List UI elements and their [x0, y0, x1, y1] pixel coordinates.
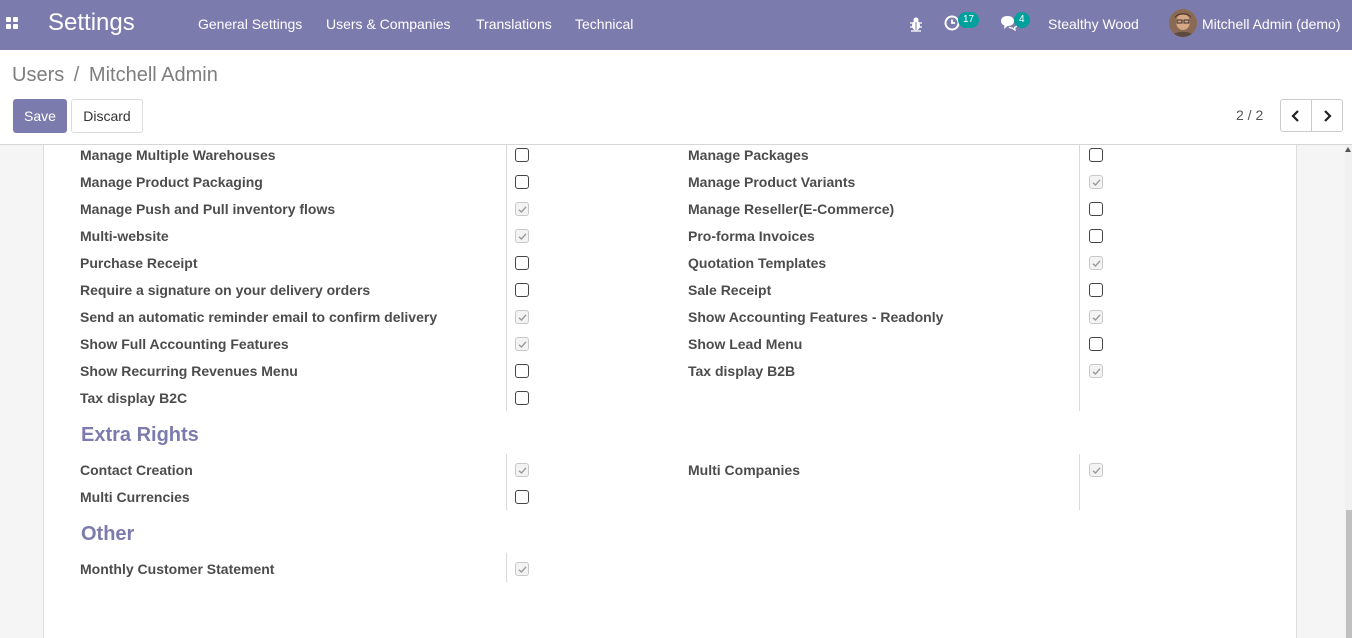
- checkbox[interactable]: [515, 310, 529, 324]
- field-label: Manage Product Packaging: [80, 174, 263, 190]
- menu-technical[interactable]: Technical: [575, 16, 633, 32]
- checkbox[interactable]: [1089, 364, 1103, 378]
- column-divider: [1079, 145, 1080, 411]
- breadcrumb: Users / Mitchell Admin: [12, 64, 218, 87]
- checkbox[interactable]: [515, 562, 529, 576]
- checkbox[interactable]: [515, 463, 529, 477]
- field-label: Multi Companies: [688, 462, 801, 478]
- apps-menu-icon[interactable]: [6, 17, 20, 31]
- breadcrumb-separator: /: [73, 64, 80, 86]
- field-label: Purchase Receipt: [80, 255, 198, 271]
- checkbox[interactable]: [515, 283, 529, 297]
- checkbox[interactable]: [1089, 256, 1103, 270]
- menu-users-companies[interactable]: Users & Companies: [326, 16, 451, 32]
- field-label: Tax display B2B: [688, 363, 796, 379]
- checkbox[interactable]: [1089, 202, 1103, 216]
- column-divider: [506, 145, 507, 411]
- checkbox[interactable]: [515, 202, 529, 216]
- scroll-up-arrow-icon[interactable]: [1345, 147, 1351, 152]
- checkbox[interactable]: [515, 175, 529, 189]
- checkbox[interactable]: [515, 256, 529, 270]
- pager-previous-button[interactable]: [1280, 99, 1312, 132]
- field-label: Multi-website: [80, 228, 169, 244]
- field-label: Pro-forma Invoices: [688, 228, 815, 244]
- checkbox[interactable]: [515, 337, 529, 351]
- field-label: Multi Currencies: [80, 489, 190, 505]
- checkbox[interactable]: [515, 364, 529, 378]
- company-switcher[interactable]: Stealthy Wood: [1048, 16, 1139, 32]
- checkbox[interactable]: [1089, 175, 1103, 189]
- checkbox[interactable]: [515, 229, 529, 243]
- activity-count-badge: 17: [958, 12, 980, 28]
- field-label: Show Recurring Revenues Menu: [80, 363, 298, 379]
- menu-translations[interactable]: Translations: [476, 16, 552, 32]
- form-sheet: Manage Multiple Warehouses Manage Package…: [43, 145, 1297, 638]
- breadcrumb-current: Mitchell Admin: [88, 64, 218, 86]
- field-label: Show Lead Menu: [688, 336, 803, 352]
- field-label: Show Full Accounting Features: [80, 336, 289, 352]
- chevron-right-icon: [1324, 110, 1332, 122]
- checkbox[interactable]: [1089, 283, 1103, 297]
- control-panel: Users / Mitchell Admin Save Discard 2 / …: [0, 50, 1352, 145]
- vertical-scrollbar[interactable]: [1345, 145, 1352, 638]
- menu-general-settings[interactable]: General Settings: [198, 16, 302, 32]
- field-label: Manage Push and Pull inventory flows: [80, 201, 336, 217]
- scrollbar-thumb[interactable]: [1346, 510, 1352, 638]
- field-label: Send an automatic reminder email to conf…: [80, 309, 438, 325]
- app-title[interactable]: Settings: [48, 9, 135, 37]
- message-count-badge: 4: [1014, 12, 1030, 28]
- breadcrumb-parent[interactable]: Users: [12, 64, 64, 86]
- pager-next-button[interactable]: [1311, 99, 1343, 132]
- field-label: Manage Reseller(E-Commerce): [688, 201, 895, 217]
- discard-button[interactable]: Discard: [71, 99, 143, 133]
- column-divider: [1079, 454, 1080, 510]
- field-label: Quotation Templates: [688, 255, 827, 271]
- checkbox[interactable]: [1089, 148, 1103, 162]
- checkbox[interactable]: [1089, 229, 1103, 243]
- checkbox[interactable]: [515, 148, 529, 162]
- field-label: Manage Product Variants: [688, 174, 856, 190]
- field-label: Tax display B2C: [80, 390, 188, 406]
- pager-value[interactable]: 2 / 2: [1236, 107, 1263, 123]
- user-menu[interactable]: Mitchell Admin (demo): [1202, 16, 1341, 32]
- field-label: Require a signature on your delivery ord…: [80, 282, 371, 298]
- field-label: Manage Packages: [688, 147, 809, 163]
- debug-bug-icon[interactable]: [909, 16, 923, 37]
- checkbox[interactable]: [1089, 463, 1103, 477]
- field-label: Sale Receipt: [688, 282, 772, 298]
- save-button[interactable]: Save: [13, 99, 67, 133]
- field-label: Show Accounting Features - Readonly: [688, 309, 944, 325]
- checkbox[interactable]: [1089, 310, 1103, 324]
- field-label: Monthly Customer Statement: [80, 561, 275, 577]
- column-divider: [506, 454, 507, 510]
- field-label: Contact Creation: [80, 462, 193, 478]
- checkbox[interactable]: [1089, 337, 1103, 351]
- chevron-left-icon: [1291, 110, 1299, 122]
- user-avatar[interactable]: [1169, 9, 1197, 37]
- form-content: Manage Multiple Warehouses Manage Package…: [0, 145, 1345, 638]
- column-divider: [506, 553, 507, 582]
- field-label: Manage Multiple Warehouses: [80, 147, 276, 163]
- section-title-extra-rights: Extra Rights: [81, 424, 199, 446]
- checkbox[interactable]: [515, 490, 529, 504]
- section-title-other: Other: [81, 523, 135, 545]
- checkbox[interactable]: [515, 391, 529, 405]
- top-navbar: Settings General Settings Users & Compan…: [0, 0, 1352, 50]
